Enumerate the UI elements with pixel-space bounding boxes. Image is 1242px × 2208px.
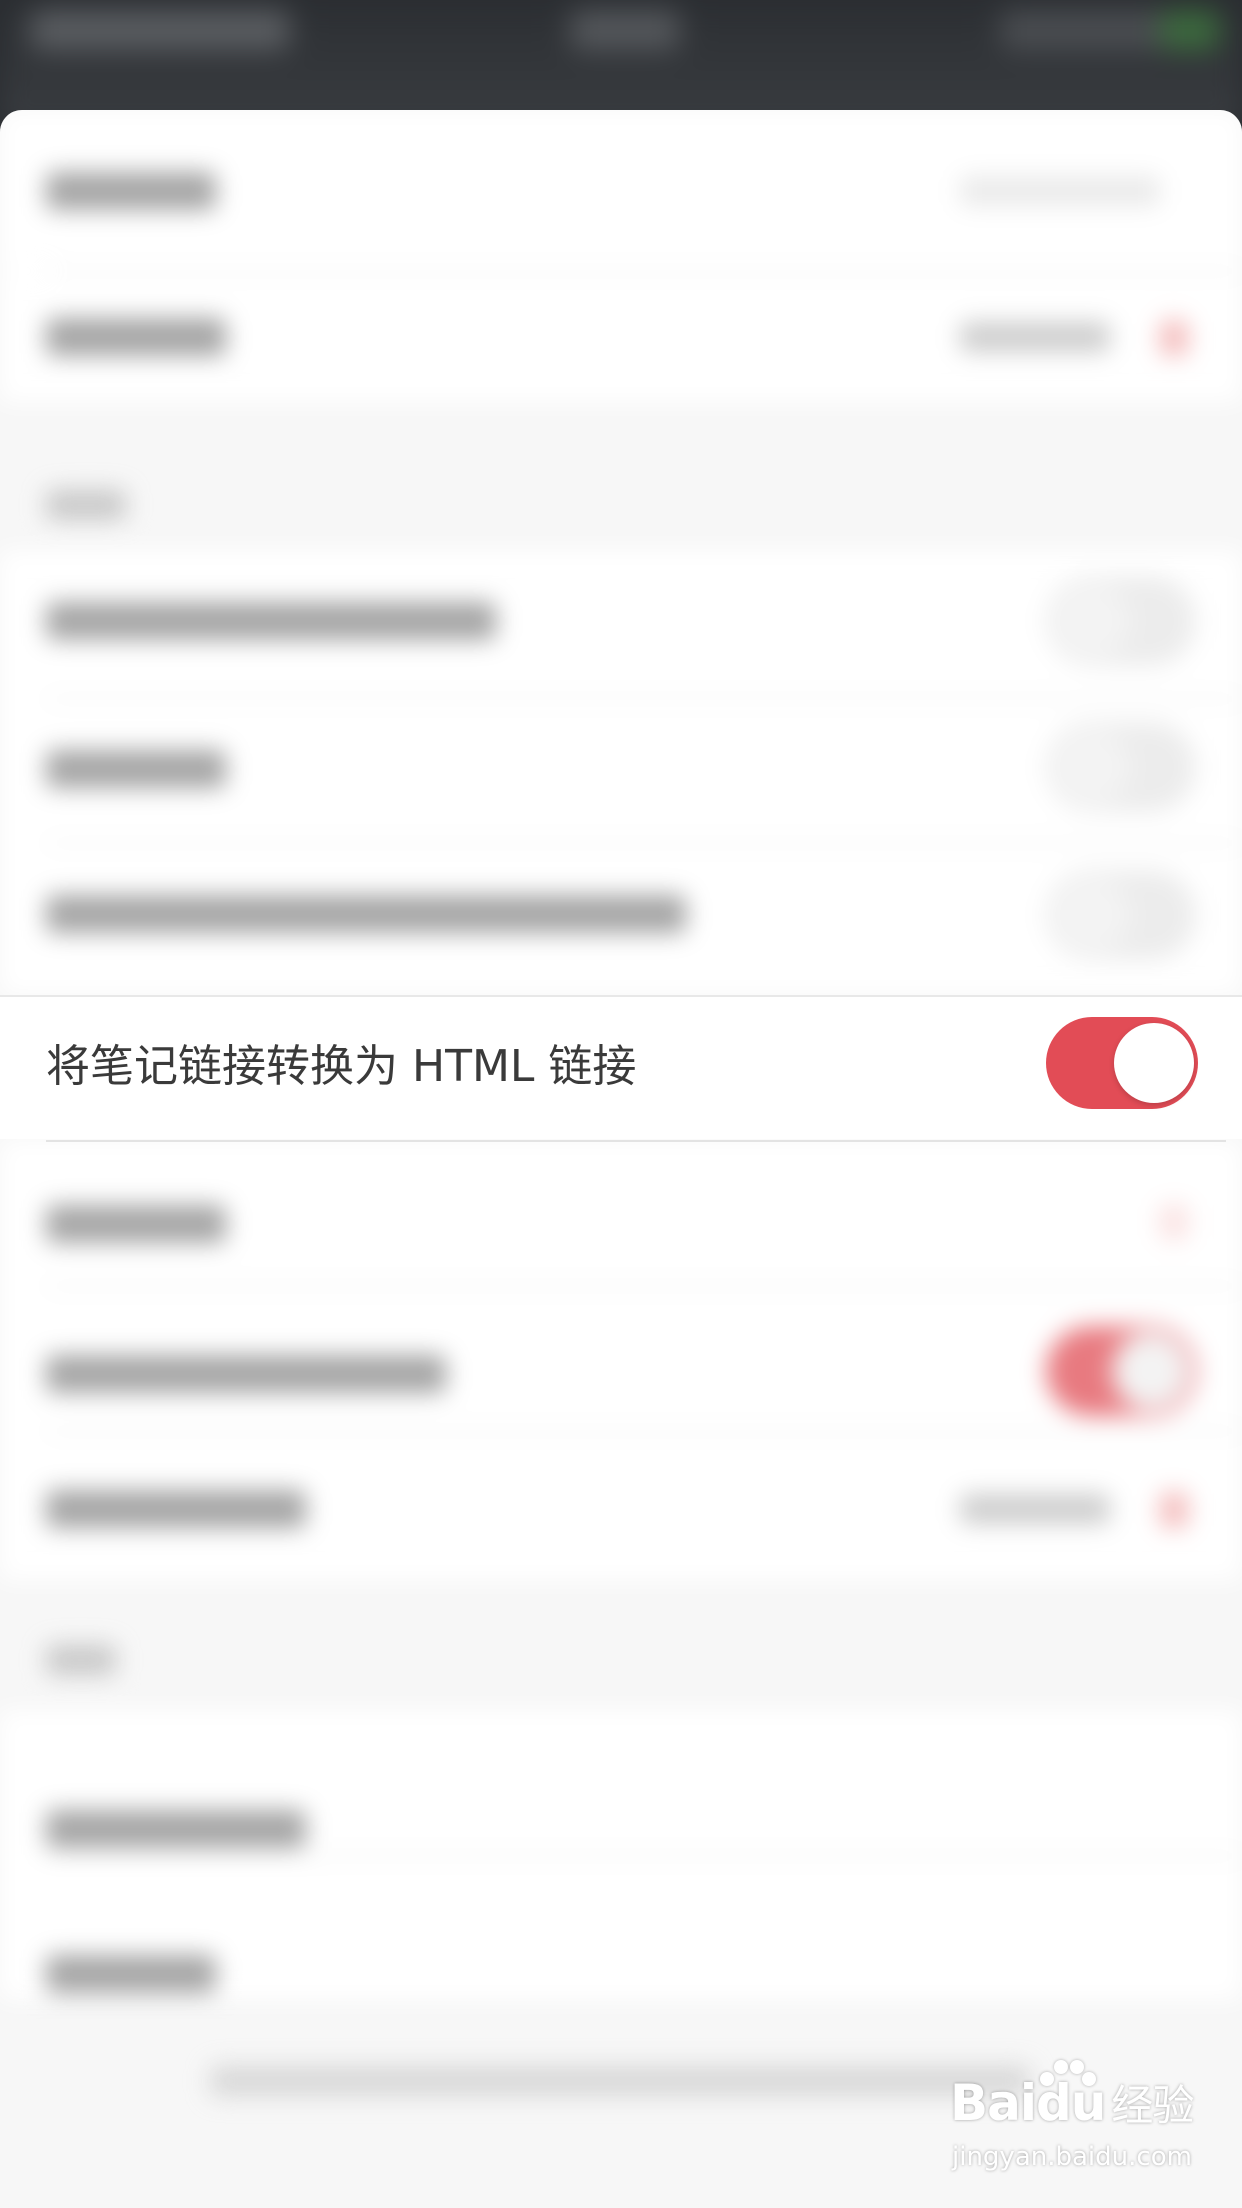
divider [46,1140,1226,1142]
settings-group [0,1710,1242,2000]
status-indicators [1000,10,1170,50]
toggle-knob [1114,1023,1194,1103]
settings-sheet: 将笔记链接转换为 HTML 链接 [0,110,1242,2208]
battery-icon [1160,10,1220,50]
watermark-brand: Baidu 经验 [950,2074,1194,2132]
settings-group [0,550,1242,995]
convert-note-links-row: 将笔记链接转换为 HTML 链接 [0,995,1242,1253]
settings-cell [0,110,1242,270]
baidu-jingyan-watermark: Baidu 经验 jingyan.baidu.com [950,2060,1194,2182]
convert-note-links-label: 将笔记链接转换为 HTML 链接 [46,1041,637,1092]
watermark-url: jingyan.baidu.com [952,2142,1192,2172]
settings-cell-convert-note-links[interactable]: 将笔记链接转换为 HTML 链接 [0,997,1242,1139]
carrier-signal [30,10,290,50]
status-time [570,10,680,50]
footer-note [210,2066,1030,2096]
settings-cell[interactable] [0,272,1242,402]
convert-note-links-toggle[interactable] [1046,1017,1198,1109]
section-header [46,1645,116,1675]
section-header [46,490,126,520]
